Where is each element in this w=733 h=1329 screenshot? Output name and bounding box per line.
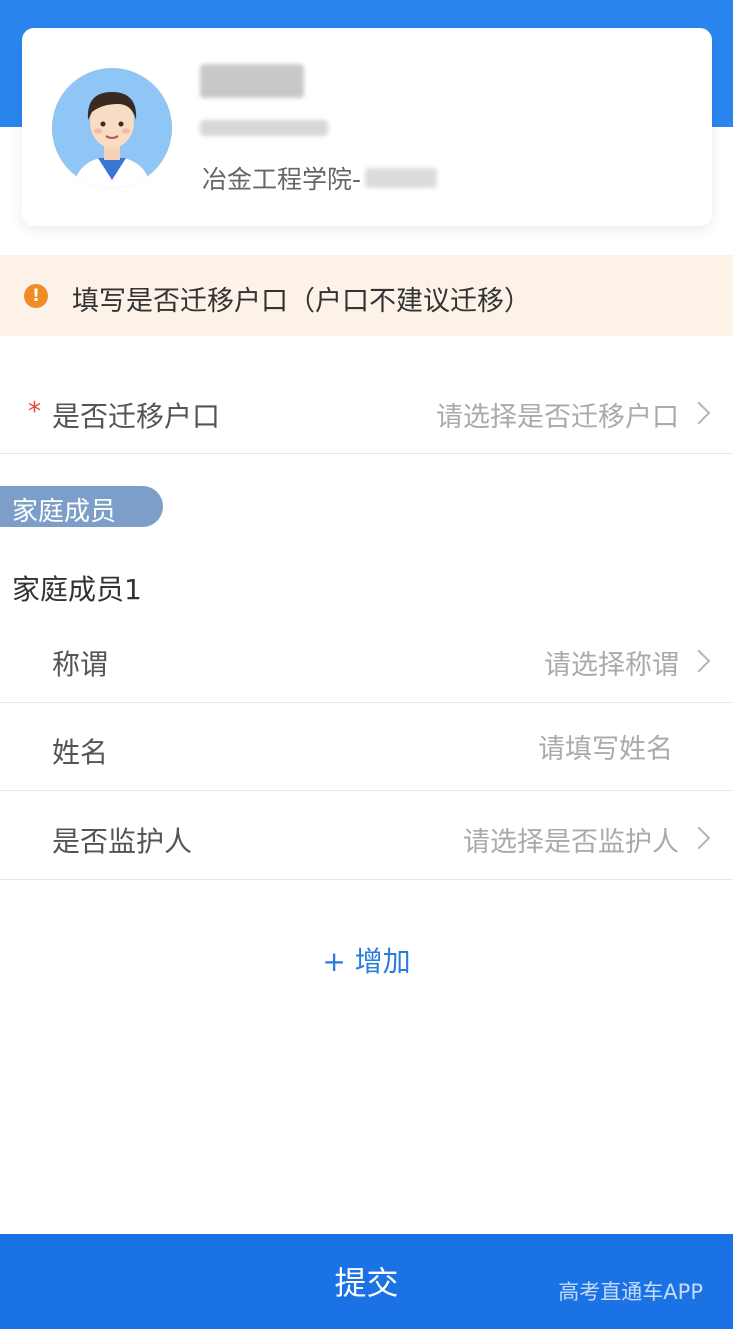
divider: [0, 453, 733, 454]
submit-button[interactable]: 提交 高考直通车APP: [0, 1234, 733, 1329]
watermark: 高考直通车APP: [558, 1280, 703, 1304]
college-suffix-redacted: [365, 168, 437, 188]
avatar: [52, 68, 172, 188]
chevron-right-icon: [687, 401, 711, 425]
migrate-hukou-row[interactable]: * 是否迁移户口 请选择是否迁移户口: [0, 393, 733, 453]
divider: [0, 879, 733, 880]
notice-banner: ! 填写是否迁移户口（户口不建议迁移）: [0, 255, 733, 336]
relation-row[interactable]: 称谓 请选择称谓: [0, 643, 733, 683]
college-label: 冶金工程学院-: [202, 165, 362, 194]
user-name-redacted: [200, 64, 304, 98]
profile-card: 冶金工程学院-: [22, 28, 712, 226]
notice-text: 填写是否迁移户口（户口不建议迁移）: [72, 286, 531, 317]
required-mark: *: [28, 397, 41, 427]
add-family-member-button[interactable]: + 增加: [0, 940, 733, 980]
section-title: 家庭成员: [12, 497, 117, 527]
divider: [0, 790, 733, 791]
guardian-row[interactable]: 是否监护人 请选择是否监护人: [0, 820, 733, 860]
migrate-hukou-label: 是否迁移户口: [52, 400, 221, 433]
name-label: 姓名: [52, 736, 109, 769]
relation-label: 称谓: [52, 648, 109, 681]
user-id-redacted: [200, 120, 328, 136]
name-input[interactable]: 请填写姓名: [538, 727, 673, 766]
chevron-right-icon: [687, 649, 711, 673]
relation-select[interactable]: 请选择称谓: [544, 643, 679, 682]
section-family-members: 家庭成员: [0, 486, 163, 527]
chevron-right-icon: [687, 826, 711, 850]
family-member-title: 家庭成员1: [12, 573, 142, 606]
divider: [0, 702, 733, 703]
name-row[interactable]: 姓名 请填写姓名: [0, 731, 733, 771]
migrate-hukou-select[interactable]: 请选择是否迁移户口: [436, 395, 679, 434]
guardian-select[interactable]: 请选择是否监护人: [463, 820, 679, 859]
guardian-label: 是否监护人: [52, 825, 193, 858]
exclamation-icon: !: [24, 284, 48, 308]
